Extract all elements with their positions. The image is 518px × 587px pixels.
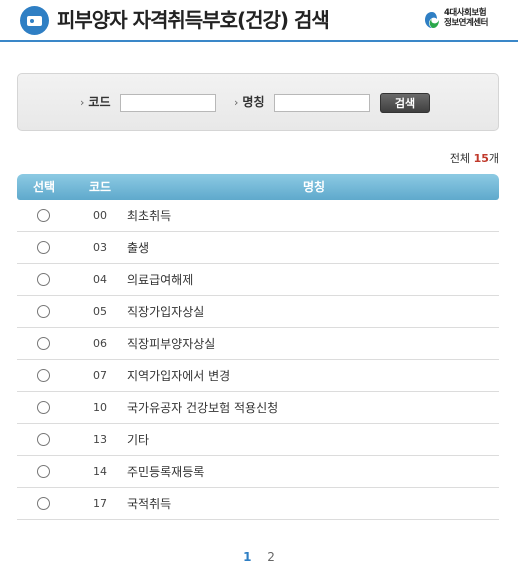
row-code: 00	[93, 209, 107, 222]
table-row[interactable]: 10 국가유공자 건강보험 적용신청	[17, 392, 499, 424]
name-label: › 명칭	[234, 95, 265, 109]
select-radio[interactable]	[37, 209, 50, 222]
select-radio[interactable]	[37, 433, 50, 446]
table-row[interactable]: 14 주민등록재등록	[17, 456, 499, 488]
row-code: 06	[93, 337, 107, 350]
select-radio[interactable]	[37, 305, 50, 318]
logo-mark-icon	[425, 12, 439, 28]
id-card-icon	[20, 6, 49, 35]
select-radio[interactable]	[37, 497, 50, 510]
row-name: 직장가입자상실	[127, 305, 205, 319]
search-panel: › 코드 › 명칭 검색	[17, 73, 499, 131]
page-link-1[interactable]: 1	[243, 550, 251, 564]
column-header-select: 선택	[32, 180, 56, 194]
table-header: 선택 코드 명칭	[17, 174, 499, 200]
table-row[interactable]: 07 지역가입자에서 변경	[17, 360, 499, 392]
page-title: 피부양자 자격취득부호(건강) 검색	[57, 8, 330, 32]
logo: 4대사회보험 정보연계센터	[424, 8, 504, 34]
select-radio[interactable]	[37, 273, 50, 286]
row-code: 13	[93, 433, 107, 446]
table-row[interactable]: 04 의료급여해제	[17, 264, 499, 296]
table-body: 00 최초취득 03 출생 04 의료급여해제 05 직장가입자상실 06 직장피부양자상…	[17, 200, 499, 520]
row-code: 04	[93, 273, 107, 286]
column-header-name: 명칭	[302, 180, 326, 194]
row-name: 직장피부양자상실	[127, 337, 216, 351]
row-name: 최초취득	[127, 209, 172, 223]
select-radio[interactable]	[37, 369, 50, 382]
logo-text-line1: 4대사회보험	[444, 8, 487, 18]
row-name: 주민등록재등록	[127, 465, 205, 479]
row-name: 지역가입자에서 변경	[127, 369, 231, 383]
count-value: 15	[473, 152, 489, 165]
name-input[interactable]	[274, 94, 370, 112]
row-code: 03	[93, 241, 107, 254]
code-label: › 코드	[80, 95, 111, 109]
row-name: 의료급여해제	[127, 273, 194, 287]
row-name: 국가유공자 건강보험 적용신청	[127, 401, 279, 415]
total-count: 전체 15개	[449, 152, 499, 165]
row-name: 출생	[127, 241, 150, 255]
code-input[interactable]	[120, 94, 216, 112]
select-radio[interactable]	[37, 465, 50, 478]
column-header-code: 코드	[88, 180, 112, 194]
chevron-right-icon: ›	[80, 96, 85, 109]
table-row[interactable]: 13 기타	[17, 424, 499, 456]
row-code: 10	[93, 401, 107, 414]
row-name: 기타	[127, 433, 150, 447]
table-row[interactable]: 06 직장피부양자상실	[17, 328, 499, 360]
table-row[interactable]: 17 국적취득	[17, 488, 499, 520]
search-button[interactable]: 검색	[380, 93, 430, 113]
select-radio[interactable]	[37, 241, 50, 254]
chevron-right-icon: ›	[234, 96, 239, 109]
row-code: 05	[93, 305, 107, 318]
select-radio[interactable]	[37, 401, 50, 414]
table-row[interactable]: 03 출생	[17, 232, 499, 264]
logo-text-line2: 정보연계센터	[444, 18, 488, 28]
row-code: 07	[93, 369, 107, 382]
pagination: 1 2	[0, 550, 518, 564]
page-link-2[interactable]: 2	[267, 550, 275, 564]
table-row[interactable]: 00 최초취득	[17, 200, 499, 232]
row-code: 17	[93, 497, 107, 510]
row-code: 14	[93, 465, 107, 478]
select-radio[interactable]	[37, 337, 50, 350]
header-bar: 피부양자 자격취득부호(건강) 검색 4대사회보험 정보연계센터	[0, 0, 518, 42]
table-row[interactable]: 05 직장가입자상실	[17, 296, 499, 328]
row-name: 국적취득	[127, 497, 172, 511]
